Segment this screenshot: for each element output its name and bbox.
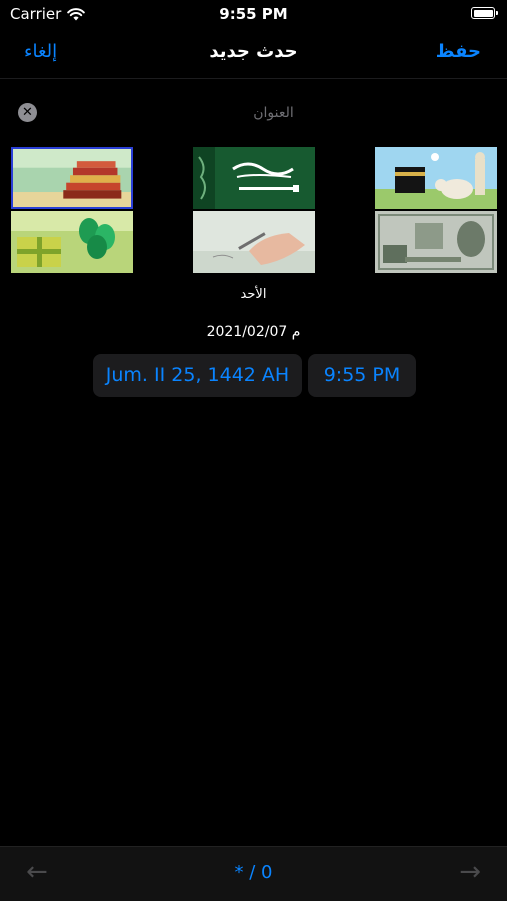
- image-option-kaaba-cartoon[interactable]: [375, 147, 497, 209]
- time-button[interactable]: 9:55 PM: [308, 354, 416, 397]
- image-option-saudi-banknote[interactable]: [375, 211, 497, 273]
- clear-icon[interactable]: ✕: [18, 103, 37, 122]
- gregorian-date-label: 2021/02/07 م: [206, 324, 301, 340]
- status-bar: Carrier 9:55 PM: [0, 0, 507, 30]
- image-option-books[interactable]: [11, 147, 133, 209]
- hijri-date-button[interactable]: Jum. II 25, 1442 AH: [93, 354, 302, 397]
- image-option-saudi-flag[interactable]: [193, 147, 315, 209]
- title-field: ✕: [16, 98, 491, 128]
- weekday-label: الأحد: [240, 287, 267, 302]
- event-counter: * / 0: [234, 862, 273, 883]
- navigation-bar: إلغاء حدث جديد حفظ: [0, 30, 507, 79]
- title-input[interactable]: [56, 98, 491, 128]
- battery-icon: [471, 7, 498, 19]
- bottom-toolbar: ← * / 0 →: [0, 846, 507, 901]
- arrow-right-icon[interactable]: →: [459, 857, 481, 887]
- status-time: 9:55 PM: [219, 5, 288, 23]
- image-option-hand-writing[interactable]: [193, 211, 315, 273]
- image-option-gift-balloons[interactable]: [11, 211, 133, 273]
- page-title: حدث جديد: [209, 41, 298, 62]
- save-button[interactable]: حفظ: [436, 41, 481, 62]
